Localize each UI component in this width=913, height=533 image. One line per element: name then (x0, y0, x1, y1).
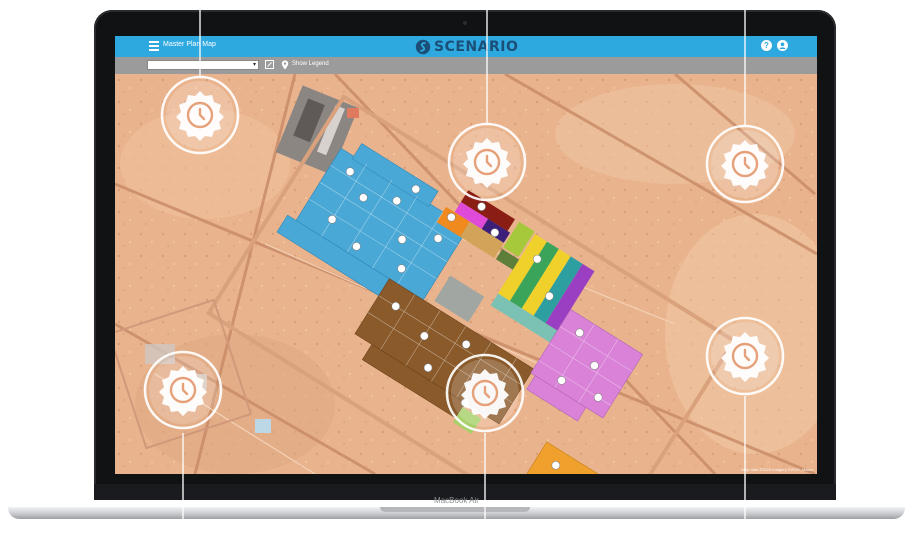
plan-select[interactable]: ▾ (147, 60, 259, 70)
map-canvas[interactable] (115, 72, 817, 474)
user-icon[interactable] (777, 40, 788, 51)
device-label: MacBook Air (434, 496, 479, 505)
map-pin-icon (281, 60, 289, 70)
app-screen: Master Plan Map SCENARIO ? ▾ Show Legend (115, 36, 817, 474)
map-attribution: Map data ©2020 Imagery ©2020, Maxar (741, 467, 814, 472)
camera (463, 21, 467, 25)
toolbar: ▾ Show Legend (115, 57, 817, 74)
satellite-map[interactable]: Map data ©2020 Imagery ©2020, Maxar (115, 72, 817, 474)
help-icon[interactable]: ? (761, 40, 772, 51)
brand-name: SCENARIO (434, 38, 519, 55)
brand-logo: SCENARIO (415, 37, 518, 56)
edit-icon[interactable] (265, 60, 274, 69)
hamburger-icon[interactable] (149, 41, 159, 51)
app-title: Master Plan Map (163, 41, 216, 48)
brand-mark-icon (415, 39, 431, 54)
laptop-notch (380, 507, 530, 512)
chevron-down-icon: ▾ (252, 62, 256, 68)
show-legend-link[interactable]: Show Legend (292, 61, 329, 67)
top-bar: Master Plan Map SCENARIO ? (115, 36, 817, 57)
